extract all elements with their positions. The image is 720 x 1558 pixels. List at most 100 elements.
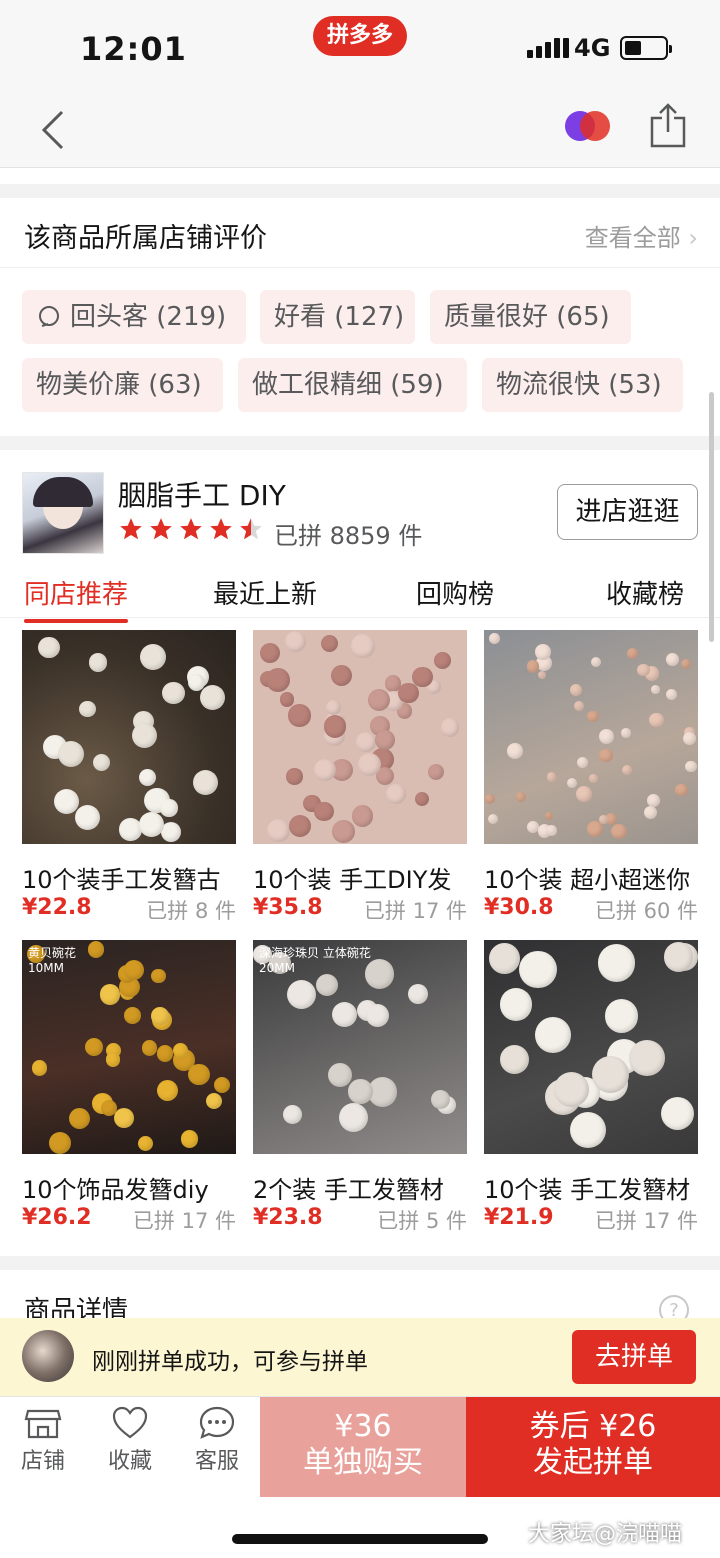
flower-bead xyxy=(589,773,598,783)
flower-bead xyxy=(351,634,375,658)
group-buy-banner: 刚刚拼单成功，可参与拼单 去拼单 xyxy=(0,1318,720,1396)
scrollbar[interactable] xyxy=(709,392,714,642)
star-icon xyxy=(120,518,142,540)
customer-service-button[interactable]: 客服 xyxy=(182,1405,252,1475)
product-price: ¥22.8 xyxy=(22,895,92,920)
flower-bead xyxy=(99,984,121,1005)
product-image[interactable]: 黄贝碗花 10MM xyxy=(22,940,236,1154)
product-image[interactable] xyxy=(484,940,698,1154)
review-tag[interactable]: 做工很精细 (59) xyxy=(238,358,467,412)
store-avatar[interactable] xyxy=(22,472,104,554)
star-icon xyxy=(180,518,202,540)
pdd-duo-icon[interactable] xyxy=(564,110,612,142)
flower-bead xyxy=(161,821,182,842)
share-icon[interactable] xyxy=(648,102,688,148)
product-image-label: 黄贝碗花 10MM xyxy=(28,946,77,975)
flower-bead xyxy=(570,1112,607,1149)
flower-bead xyxy=(192,769,219,796)
product-image[interactable]: 深海珍珠贝 立体碗花 20MM xyxy=(253,940,467,1154)
tab-repurchase[interactable]: 回购榜 xyxy=(416,574,494,611)
product-title[interactable]: 10个装 超小超迷你 xyxy=(484,860,698,895)
flower-bead xyxy=(398,682,419,704)
flower-bead xyxy=(566,778,578,789)
product-sold: 已拼 17 件 xyxy=(132,1209,236,1233)
bottom-action-bar: 店铺 收藏 客服 ¥36 单独购买 券后 ¥26 发起拼单 xyxy=(0,1396,720,1497)
flower-bead xyxy=(331,1001,358,1028)
visit-store-button[interactable]: 进店逛逛 xyxy=(557,484,698,540)
product-image[interactable] xyxy=(253,630,467,844)
flower-bead xyxy=(537,670,546,679)
flower-bead xyxy=(587,710,599,723)
tab-same-store[interactable]: 同店推荐 xyxy=(24,574,129,623)
start-group-buy-button[interactable]: 券后 ¥26 发起拼单 xyxy=(466,1397,720,1497)
flower-bead xyxy=(105,1052,121,1067)
buy-single-button[interactable]: ¥36 单独购买 xyxy=(260,1397,466,1497)
join-group-button[interactable]: 去拼单 xyxy=(572,1330,696,1384)
flower-bead xyxy=(375,730,395,750)
chevron-right-icon: › xyxy=(688,224,698,252)
product-image[interactable] xyxy=(22,630,236,844)
flower-bead xyxy=(604,999,639,1033)
flower-bead xyxy=(330,665,352,687)
flower-bead xyxy=(427,764,444,781)
product-title[interactable]: 10个装 手工发簪材 xyxy=(484,1170,698,1205)
flower-bead xyxy=(487,814,498,825)
flower-bead xyxy=(546,825,557,836)
product-title[interactable]: 10个装手工发簪古 xyxy=(22,860,236,895)
home-indicator[interactable] xyxy=(232,1534,488,1544)
product-sold: 已拼 60 件 xyxy=(594,899,698,923)
flower-bead xyxy=(506,743,523,760)
flower-bead xyxy=(314,759,337,782)
review-tag[interactable]: 好看 (127) xyxy=(260,290,415,344)
flower-bead xyxy=(576,786,592,803)
tab-new-arrivals[interactable]: 最近上新 xyxy=(213,574,317,611)
flower-bead xyxy=(629,1039,665,1076)
flower-bead xyxy=(160,799,178,817)
flower-bead xyxy=(88,653,108,672)
flower-bead xyxy=(649,712,665,728)
product-image-label: 深海珍珠贝 立体碗花 20MM xyxy=(259,946,371,975)
product-sold: 已拼 5 件 xyxy=(377,1209,467,1233)
star-icon xyxy=(210,518,232,540)
flower-bead xyxy=(327,1062,353,1088)
flower-bead xyxy=(626,647,638,659)
product-title[interactable]: 10个饰品发簪diy xyxy=(22,1170,236,1205)
store-button[interactable]: 店铺 xyxy=(8,1405,78,1475)
view-all-link[interactable]: 查看全部 › xyxy=(585,218,698,253)
store-tabs: 同店推荐 最近上新 回购榜 收藏榜 xyxy=(0,570,720,623)
flower-bead xyxy=(259,642,281,664)
flower-bead xyxy=(598,815,608,824)
flower-bead xyxy=(535,644,551,661)
flower-bead xyxy=(286,768,303,785)
flower-bead xyxy=(323,715,347,738)
flower-bead xyxy=(665,653,679,666)
service-label: 客服 xyxy=(194,1449,239,1474)
group-banner-text: 刚刚拼单成功，可参与拼单 xyxy=(92,1349,368,1375)
review-tag[interactable]: 回头客 (219) xyxy=(22,290,246,344)
back-arrow-icon[interactable] xyxy=(36,108,76,152)
flower-bead xyxy=(500,1045,530,1075)
battery-icon xyxy=(620,36,672,60)
store-rating-stars xyxy=(118,516,264,542)
flower-bead xyxy=(138,811,165,837)
product-image[interactable] xyxy=(484,630,698,844)
flower-bead xyxy=(682,732,696,746)
store-name[interactable]: 胭脂手工 DIY xyxy=(118,474,286,514)
product-title[interactable]: 10个装 手工DIY发 xyxy=(253,860,467,895)
flower-bead xyxy=(288,704,311,727)
flower-bead xyxy=(500,988,533,1021)
flower-bead xyxy=(205,1092,223,1110)
review-tag[interactable]: 物流很快 (53) xyxy=(482,358,683,412)
review-tag[interactable]: 物美价廉 (63) xyxy=(22,358,223,412)
flower-bead xyxy=(485,794,496,805)
group-label: 发起拼单 xyxy=(533,1445,653,1480)
review-tag[interactable]: 质量很好 (65) xyxy=(430,290,631,344)
flower-bead xyxy=(131,723,157,749)
favorite-button[interactable]: 收藏 xyxy=(95,1405,165,1475)
product-title[interactable]: 2个装 手工发簪材 xyxy=(253,1170,467,1205)
watermark: 大家坛@浣喵喵 xyxy=(528,1522,683,1547)
product-price: ¥21.9 xyxy=(484,1205,554,1230)
flower-bead xyxy=(180,1130,199,1148)
flower-bead xyxy=(440,718,460,737)
tab-favorites[interactable]: 收藏榜 xyxy=(606,574,684,611)
